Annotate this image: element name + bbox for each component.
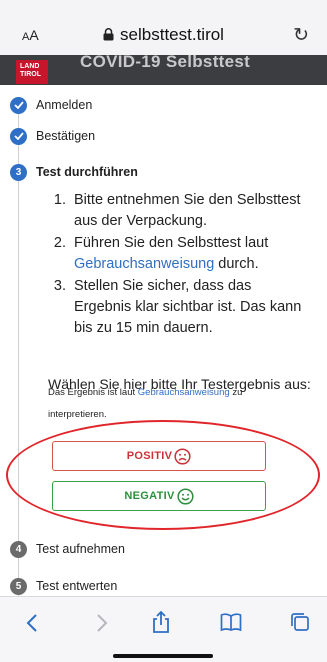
site-header: LAND TIROL COVID-19 Selbsttest — [0, 55, 327, 85]
checkmark-icon — [10, 127, 27, 145]
bookmarks-icon[interactable] — [220, 612, 242, 637]
lock-icon — [103, 26, 114, 46]
back-icon[interactable] — [26, 613, 38, 638]
step-number-badge: 5 — [10, 577, 27, 595]
url-text: selbsttest.tirol — [120, 25, 224, 44]
step-label: Bestätigen — [36, 129, 96, 143]
step-test-aufnehmen: 4 Test aufnehmen — [10, 540, 125, 558]
instruction-item: 1. Bitte entnehmen Sie den Selbsttest aus… — [53, 192, 301, 229]
step-anmelden[interactable]: Anmelden — [10, 96, 92, 114]
share-icon[interactable] — [152, 610, 170, 639]
step-number-badge: 4 — [10, 540, 27, 558]
instruction-list: 1. Bitte entnehmen Sie den Selbsttest aus… — [52, 190, 308, 340]
step-test-entwerten: 5 Test entwerten — [10, 577, 117, 595]
gebrauchsanweisung-link[interactable]: Gebrauchsanweisung — [138, 387, 230, 398]
browser-url-bar: AA selbsttest.tirol ↻ — [0, 0, 327, 60]
forward-icon[interactable] — [96, 613, 108, 638]
instruction-item: 3. Stellen Sie sicher, dass das Ergebnis … — [53, 278, 302, 336]
step-label: Test entwerten — [36, 579, 118, 593]
land-tirol-logo: LAND TIROL — [16, 60, 48, 84]
step-test-durchfuehren: 3 Test durchführen — [10, 163, 138, 181]
browser-toolbar — [0, 596, 327, 662]
tabs-icon[interactable] — [290, 612, 310, 637]
step-number-badge: 3 — [10, 163, 27, 181]
step-label: Test durchführen — [36, 165, 138, 179]
site-title: COVID-19 Selbsttest — [80, 55, 251, 71]
highlight-oval — [6, 420, 320, 530]
reload-icon[interactable]: ↻ — [293, 24, 309, 47]
gebrauchsanweisung-link[interactable]: Gebrauchsanweisung — [74, 256, 214, 272]
step-label: Anmelden — [36, 98, 93, 112]
instruction-item: 2. Führen Sie den Selbsttest laut Gebrauc… — [53, 235, 269, 272]
address-field[interactable]: selbsttest.tirol — [0, 25, 327, 46]
step-bestaetigen[interactable]: Bestätigen — [10, 127, 95, 145]
home-indicator — [113, 654, 213, 658]
step-label: Test aufnehmen — [36, 542, 125, 556]
checkmark-icon — [10, 96, 27, 114]
